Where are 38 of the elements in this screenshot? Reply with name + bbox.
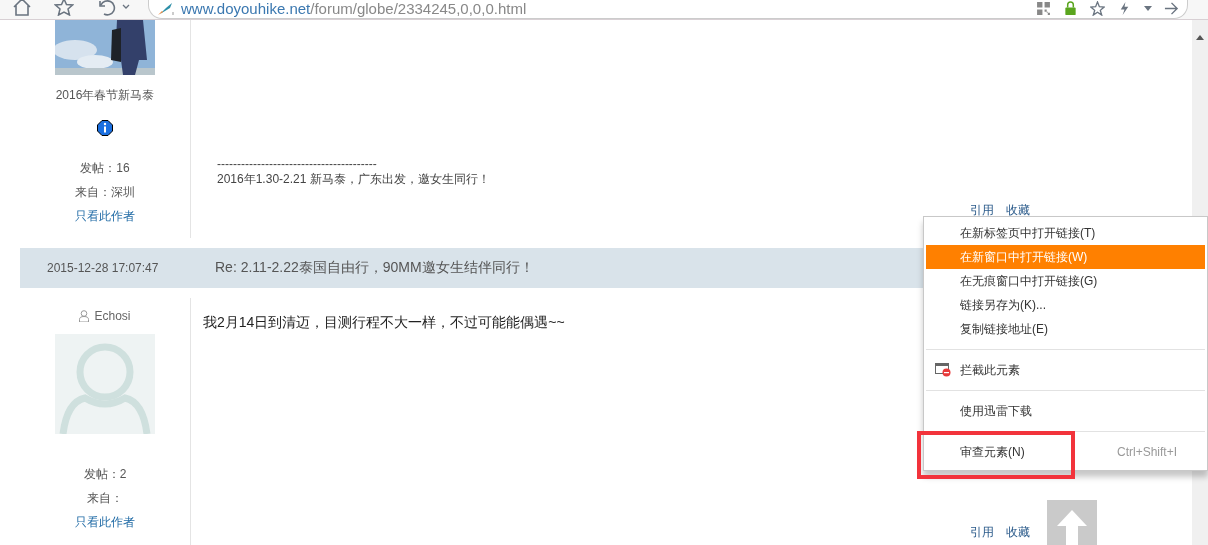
menu-item[interactable]: 使用迅雷下载 [926, 399, 1205, 423]
undo-icon[interactable] [96, 0, 116, 16]
post-action-link[interactable]: 引用 [970, 524, 994, 541]
author-only-link[interactable]: 只看此作者 [75, 204, 135, 228]
username[interactable]: Echosi [79, 309, 131, 323]
user-stat: 发帖：16 [80, 160, 130, 177]
post-action-link[interactable]: 引用 [970, 202, 994, 219]
menu-item[interactable]: 审查元素(N) Ctrl+Shift+I [926, 440, 1205, 464]
menu-item[interactable]: 复制链接地址(E) [926, 317, 1205, 341]
signature: 2016年1.30-2.21 新马泰，广东出发，邀女生同行！ [217, 171, 491, 188]
author-only-link[interactable]: 只看此作者 [75, 510, 135, 534]
star-icon[interactable] [1090, 1, 1105, 16]
signature-rule: ---------------------------------------- [217, 158, 378, 170]
info-icon[interactable] [97, 120, 113, 136]
lock-icon[interactable] [1063, 1, 1078, 16]
menu-item[interactable]: 拦截此元素 [926, 358, 1205, 382]
post-subject: Re: 2.11-2.22泰国自由行，90MM邀女生结伴同行！ [215, 259, 534, 277]
user-title: 2016年春节新马泰 [55, 87, 155, 104]
block-element-icon [935, 363, 951, 377]
forward-arrow-icon[interactable] [1164, 1, 1179, 16]
user-stat: 来自： [87, 490, 123, 507]
user-stat: 来自：深圳 [75, 184, 135, 201]
menu-item[interactable]: 在新标签页中打开链接(T) [926, 221, 1205, 245]
caret-icon[interactable] [122, 4, 130, 9]
post-date: 2015-12-28 17:07:47 [46, 261, 160, 275]
qr-code-icon[interactable] [1036, 1, 1051, 16]
menu-item[interactable]: 在无痕窗口中打开链接(G) [926, 269, 1205, 293]
scroll-up-icon[interactable] [1196, 35, 1204, 40]
user-icon [79, 310, 90, 322]
star-icon[interactable] [54, 0, 74, 16]
post-action-link[interactable]: 收藏 [1006, 202, 1030, 219]
post-body: 我2月14日到清迈，目测行程不大一样，不过可能能偶遇~~ [203, 314, 565, 332]
home-icon[interactable] [12, 0, 32, 16]
caret-icon[interactable] [1144, 6, 1152, 11]
user-stat: 发帖：2 [83, 466, 127, 483]
post-action-link[interactable]: 收藏 [1006, 524, 1030, 541]
address-field[interactable]: www.doyouhike.net/forum/globe/2334245,0,0,0.html [148, 0, 1188, 19]
menu-item[interactable]: 链接另存为(K)... [926, 293, 1205, 317]
